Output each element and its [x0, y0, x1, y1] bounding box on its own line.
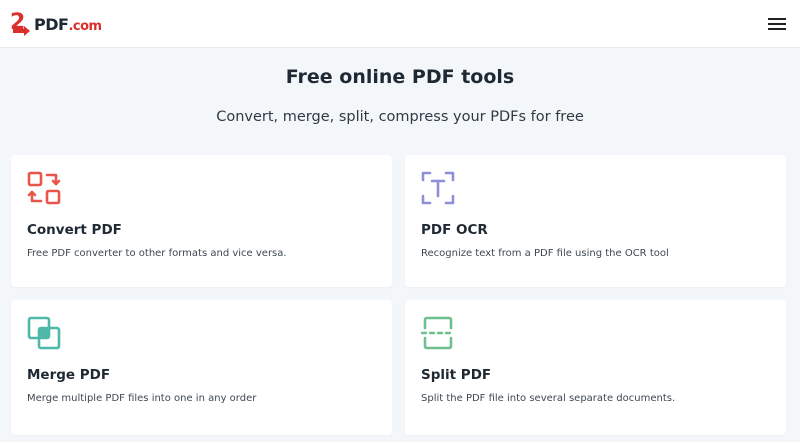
site-header: 2 PDF.com: [0, 0, 800, 48]
menu-line: [768, 23, 786, 25]
tool-title: Merge PDF: [27, 367, 111, 383]
tool-title: Convert PDF: [27, 222, 122, 238]
tool-description: Recognize text from a PDF file using the…: [421, 248, 669, 259]
hamburger-menu-icon[interactable]: [766, 14, 788, 34]
menu-line: [768, 28, 786, 30]
logo-domain: .com: [68, 18, 102, 34]
logo-text: PDF.com: [34, 15, 102, 34]
logo[interactable]: 2 PDF.com: [10, 8, 102, 38]
tool-card-split-pdf[interactable]: Split PDF Split the PDF file into severa…: [405, 300, 786, 435]
page-title: Free online PDF tools: [285, 66, 515, 88]
page-subtitle: Convert, merge, split, compress your PDF…: [216, 109, 584, 125]
logo-word: PDF: [34, 14, 69, 34]
tool-title: Split PDF: [421, 367, 492, 383]
logo-mark-icon: 2: [10, 10, 30, 36]
ocr-icon: [421, 171, 455, 205]
split-icon: [421, 316, 453, 350]
tool-description: Free PDF converter to other formats and …: [27, 248, 287, 259]
tool-card-pdf-ocr[interactable]: PDF OCR Recognize text from a PDF file u…: [405, 155, 786, 287]
tool-card-convert-pdf[interactable]: Convert PDF Free PDF converter to other …: [11, 155, 392, 287]
convert-icon: [27, 171, 61, 205]
merge-icon: [27, 316, 61, 350]
tool-description: Split the PDF file into several separate…: [421, 393, 676, 404]
menu-line: [768, 18, 786, 20]
tool-card-merge-pdf[interactable]: Merge PDF Merge multiple PDF files into …: [11, 300, 392, 435]
tool-title: PDF OCR: [421, 222, 488, 238]
tool-description: Merge multiple PDF files into one in any…: [27, 393, 257, 404]
